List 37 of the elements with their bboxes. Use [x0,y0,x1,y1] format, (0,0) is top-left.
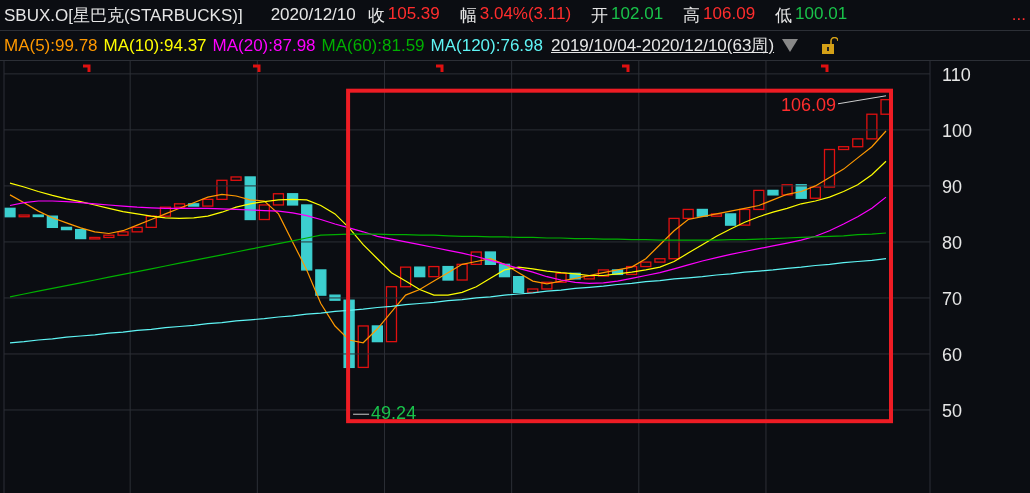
field-value: 100.01 [795,3,848,25]
low-price-label: 49.24 [371,403,417,424]
field-label: 低 [775,4,793,27]
price-axis-label: 60 [942,344,963,365]
quote-date: 2020/12/10 [270,5,356,25]
stock-name: SBUX.O[星巴克(STARBUCKS)] [4,4,243,27]
period-marker-icon [83,64,91,72]
leader-line [837,95,887,105]
field-label: 开 [591,4,609,27]
price-axis-label: 80 [942,232,963,253]
period-marker-icon [253,64,261,72]
more-indicator: ... [1011,5,1026,25]
moving-average-value: MA(120):76.98 [430,35,543,56]
date-range-link[interactable]: 2019/10/04-2020/12/10(63周) [551,34,775,57]
field-label: 幅 [459,4,477,27]
price-axis-label: 70 [942,288,963,309]
price-axis-label: 50 [942,401,963,421]
moving-average-value: MA(5):99.78 [4,35,98,56]
price-axis-label: 90 [942,176,963,197]
dropdown-triangle-icon[interactable] [782,39,799,52]
leader-line [352,413,370,415]
field-value: 102.01 [611,3,664,25]
period-marker-icon [436,64,444,72]
period-marker-icon [821,64,829,72]
price-axis-label: 110 [942,64,971,85]
field-value: 105.39 [387,3,440,25]
field-value: 3.04%(3.11) [479,3,572,25]
price-axis-label: 100 [942,120,973,141]
period-marker-icon [622,64,630,72]
moving-average-value: MA(60):81.59 [321,35,425,56]
padlock-icon[interactable] [822,36,839,55]
high-price-label: 106.09 [780,94,836,115]
field-value: 106.09 [703,3,756,25]
moving-average-value: MA(20):87.98 [212,35,316,56]
field-label: 收 [367,4,385,27]
moving-average-value: MA(10):94.37 [103,35,207,56]
field-label: 高 [683,4,701,27]
